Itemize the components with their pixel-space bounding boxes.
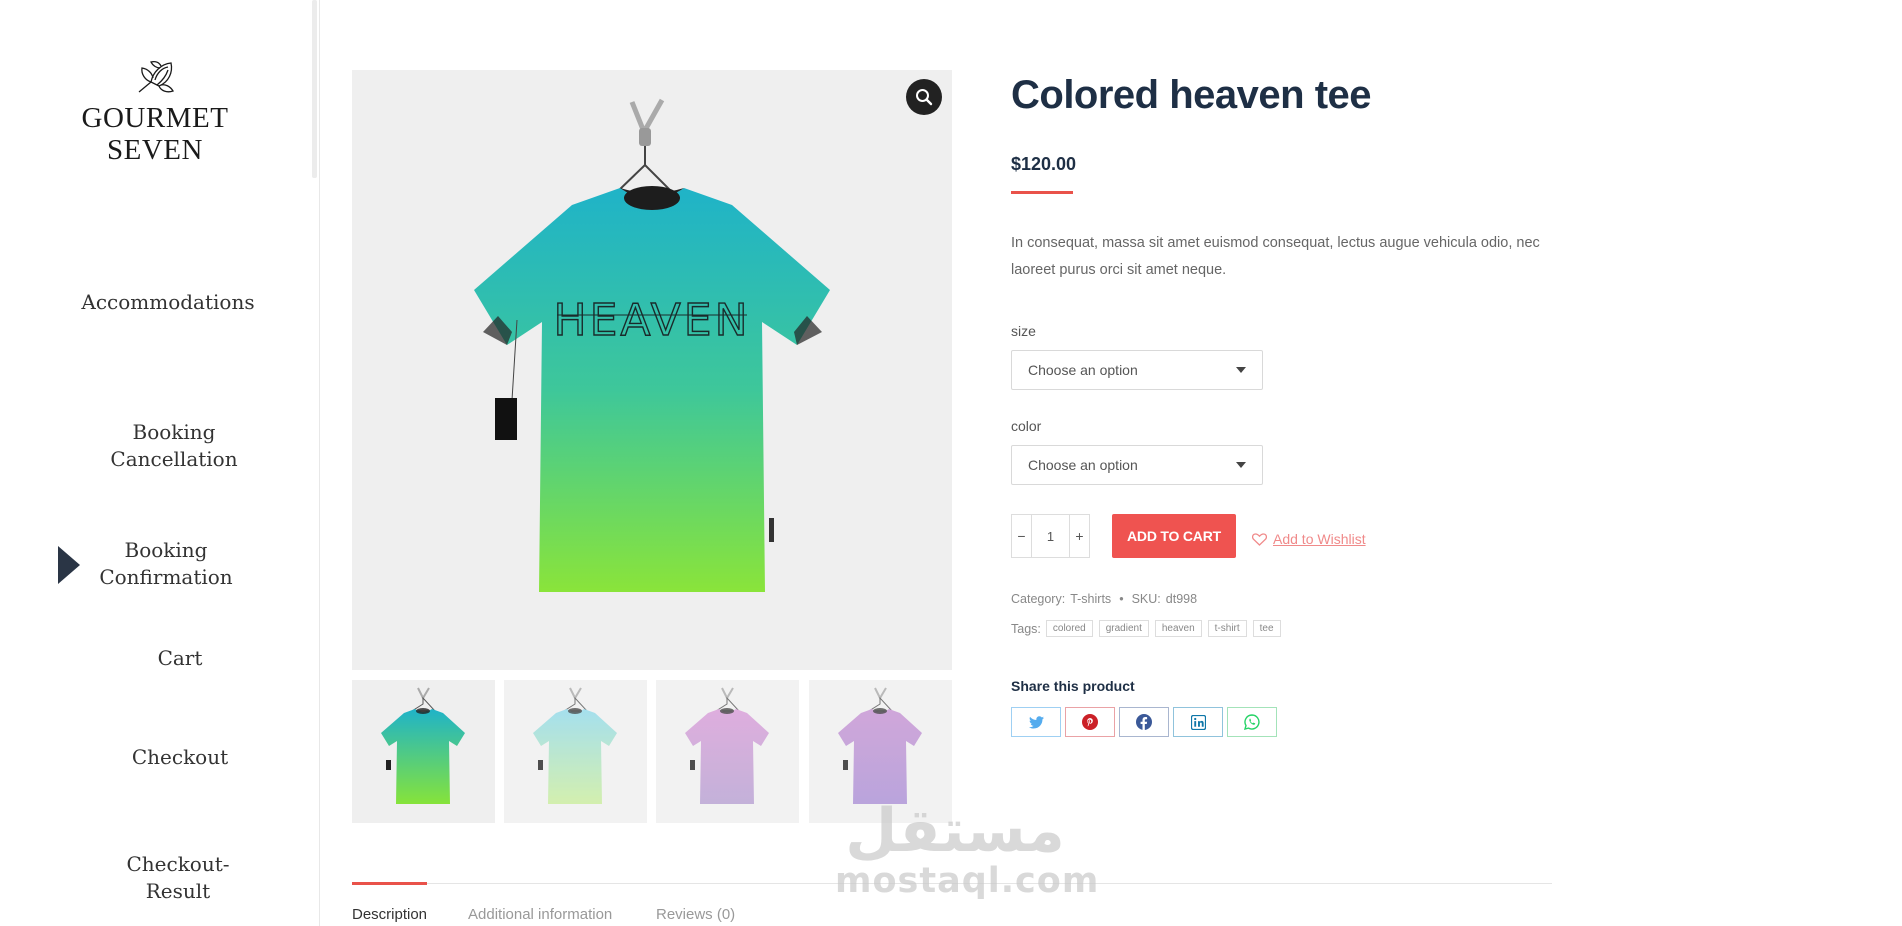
pinterest-icon <box>1082 714 1098 730</box>
nav-item-accommodations[interactable]: Accommodations <box>68 289 268 316</box>
tags-label: Tags: <box>1011 621 1041 636</box>
sku-value: dt998 <box>1165 592 1198 606</box>
brand-name-line1: GOURMET <box>81 102 229 134</box>
tag-link[interactable]: heaven <box>1154 620 1202 637</box>
tab-additional-information[interactable]: Additional information <box>468 906 612 923</box>
gallery-thumbnail[interactable] <box>504 680 647 823</box>
sku-label: SKU: <box>1131 592 1161 606</box>
size-select-value: Choose an option <box>1028 362 1138 378</box>
product-price: $120.00 <box>1011 154 1077 174</box>
share-facebook-button[interactable] <box>1119 707 1169 737</box>
product-short-description: In consequat, massa sit amet euismod con… <box>1011 235 1540 278</box>
zoom-button[interactable] <box>906 79 942 115</box>
nav-label: Booking <box>124 538 208 562</box>
nav-label: Confirmation <box>99 565 233 589</box>
print-text: HEAVEN <box>554 295 751 346</box>
twitter-icon <box>1028 715 1044 728</box>
share-title: Share this product <box>1011 678 1135 694</box>
nav-item-checkout[interactable]: Checkout <box>80 744 280 771</box>
linkedin-icon <box>1190 714 1206 730</box>
artichoke-icon <box>138 60 174 93</box>
caret-down-icon <box>1236 462 1246 468</box>
tshirt-thumbnail-image <box>838 687 922 804</box>
caret-down-icon <box>1236 367 1246 373</box>
tshirt-thumbnail-image <box>533 687 617 804</box>
tshirt-image: HEAVEN <box>474 98 830 592</box>
share-whatsapp-button[interactable] <box>1227 707 1277 737</box>
share-pinterest-button[interactable] <box>1065 707 1115 737</box>
sidebar-scrollbar[interactable] <box>312 0 317 178</box>
qty-input[interactable]: 1 <box>1031 515 1070 557</box>
price-underline <box>1011 191 1073 194</box>
color-select[interactable]: Choose an option <box>1011 445 1263 485</box>
meta-separator: • <box>1119 592 1124 606</box>
tabs-divider <box>352 883 1552 884</box>
watermark-latin: mostaql.com <box>835 861 1100 901</box>
nav-item-booking-cancellation[interactable]: Booking Cancellation <box>74 419 274 473</box>
add-to-wishlist-link[interactable]: Add to Wishlist <box>1252 531 1366 547</box>
product-main-image[interactable]: HEAVEN <box>352 70 952 670</box>
share-linkedin-button[interactable] <box>1173 707 1223 737</box>
add-to-cart-button[interactable]: ADD TO CART <box>1112 514 1236 558</box>
gallery-thumbnail[interactable] <box>352 680 495 823</box>
tag-link[interactable]: gradient <box>1098 620 1149 637</box>
whatsapp-icon <box>1244 714 1260 730</box>
magnifier-icon <box>916 89 933 106</box>
tag-link[interactable]: tee <box>1252 620 1281 637</box>
facebook-icon <box>1136 714 1152 730</box>
category-link[interactable]: T-shirts <box>1070 592 1111 606</box>
site-logo[interactable]: GOURMET SEVEN <box>0 58 310 166</box>
nav-item-booking-confirmation[interactable]: Booking Confirmation <box>66 537 266 591</box>
gallery-thumbnail[interactable] <box>809 680 952 823</box>
tag-link[interactable]: colored <box>1045 620 1093 637</box>
size-label: size <box>1011 323 1036 339</box>
nav-label: Checkout <box>131 745 229 769</box>
nav-item-cart[interactable]: Cart <box>80 645 280 672</box>
size-select[interactable]: Choose an option <box>1011 350 1263 390</box>
nav-item-checkout-result[interactable]: Checkout- Result <box>78 851 278 905</box>
nav-label: Accommodations <box>81 290 255 314</box>
nav-label: Cancellation <box>110 447 238 471</box>
nav-label: Booking <box>132 420 216 444</box>
product-meta: Category: T-shirts • SKU: dt998 <box>1011 592 1197 606</box>
tshirt-thumbnail-image <box>381 687 465 804</box>
sidebar: GOURMET SEVEN Accommodations Booking Can… <box>0 0 320 926</box>
quantity-stepper: − 1 + <box>1011 514 1090 558</box>
category-label: Category: <box>1011 592 1066 606</box>
tab-reviews[interactable]: Reviews (0) <box>656 906 735 923</box>
nav-label: Result <box>145 879 211 903</box>
color-label: color <box>1011 418 1042 434</box>
share-twitter-button[interactable] <box>1011 707 1061 737</box>
wishlist-label: Add to Wishlist <box>1273 531 1366 547</box>
product-title: Colored heaven tee <box>1011 73 1372 117</box>
color-select-value: Choose an option <box>1028 457 1138 473</box>
qty-decrease-button[interactable]: − <box>1012 528 1031 544</box>
nav-label: Cart <box>157 646 203 670</box>
tag-link[interactable]: t-shirt <box>1207 620 1247 637</box>
product-tags: Tags: colored gradient heaven t-shirt te… <box>1011 620 1282 637</box>
heart-icon <box>1252 532 1267 546</box>
tab-description[interactable]: Description <box>352 906 427 923</box>
active-tab-indicator <box>352 882 427 885</box>
tshirt-thumbnail-image <box>685 687 769 804</box>
qty-increase-button[interactable]: + <box>1070 528 1089 544</box>
brand-name-line2: SEVEN <box>107 134 203 166</box>
gallery-thumbnail[interactable] <box>656 680 799 823</box>
nav-label: Checkout- <box>126 852 230 876</box>
